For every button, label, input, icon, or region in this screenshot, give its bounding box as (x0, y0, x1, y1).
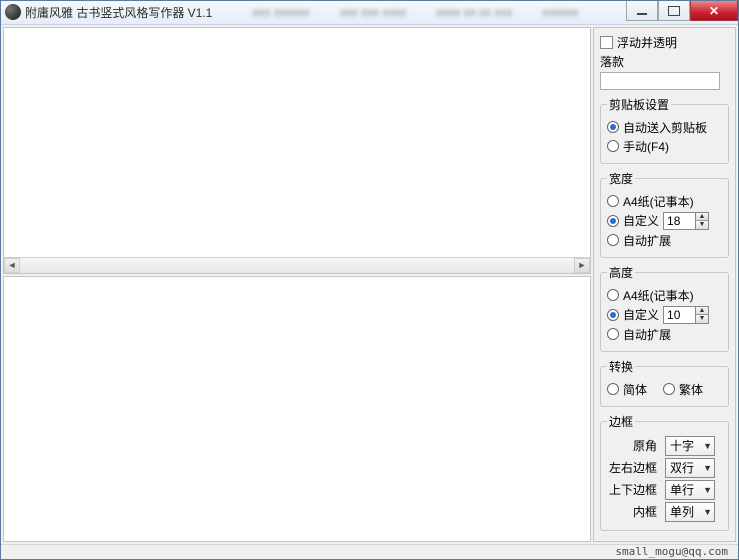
lr-border-value: 双行 (670, 459, 694, 476)
spinner-down-icon[interactable]: ▼ (696, 315, 708, 323)
height-custom-label: 自定义 (623, 306, 659, 323)
spinner-down-icon[interactable]: ▼ (696, 221, 708, 229)
inner-border-select[interactable]: 单列 ▼ (665, 502, 715, 522)
width-group: 宽度 A4纸(记事本) 自定义 ▲▼ 自动扩展 (600, 170, 729, 258)
width-auto-radio[interactable] (607, 234, 619, 246)
lr-border-select[interactable]: 双行 ▼ (665, 458, 715, 478)
spinner-up-icon[interactable]: ▲ (696, 307, 708, 316)
width-custom-radio[interactable] (607, 215, 619, 227)
float-transparent-label: 浮动并透明 (617, 34, 677, 51)
float-transparent-checkbox[interactable] (600, 36, 613, 49)
width-value-input[interactable] (663, 212, 695, 230)
clipboard-auto-label: 自动送入剪贴板 (623, 119, 707, 136)
width-auto-label: 自动扩展 (623, 232, 671, 249)
tb-border-select[interactable]: 单行 ▼ (665, 480, 715, 500)
convert-group: 转换 简体 繁体 (600, 358, 729, 407)
bottom-preview-pane[interactable] (3, 276, 591, 542)
app-window: 附庸风雅 古书竖式风格写作器 V1.1 xxx xxxxxxxxx xxx xx… (0, 0, 739, 560)
height-auto-radio[interactable] (607, 328, 619, 340)
height-a4-label: A4纸(记事本) (623, 287, 694, 304)
window-controls (626, 1, 738, 21)
height-spinner[interactable]: ▲▼ (663, 306, 709, 324)
settings-sidebar: 浮动并透明 落款 剪贴板设置 自动送入剪贴板 手动(F4) 宽 (593, 27, 736, 542)
chevron-down-icon: ▼ (703, 485, 712, 495)
width-spinner[interactable]: ▲▼ (663, 212, 709, 230)
border-legend: 边框 (607, 413, 635, 430)
scroll-left-icon[interactable]: ◄ (4, 258, 20, 273)
corner-label: 原角 (607, 437, 661, 454)
clipboard-manual-radio[interactable] (607, 140, 619, 152)
width-custom-label: 自定义 (623, 212, 659, 229)
tb-border-value: 单行 (670, 481, 694, 498)
signature-label: 落款 (600, 53, 624, 70)
footer-email: small_mogu@qq.com (615, 545, 728, 558)
scroll-track[interactable] (20, 258, 574, 273)
corner-select[interactable]: 十字 ▼ (665, 436, 715, 456)
top-horizontal-scrollbar[interactable]: ◄ ► (4, 257, 590, 273)
titlebar-blur: xxx xxxxxxxxx xxx xxxxxxxx xx xx xxxxxxx… (252, 5, 578, 19)
maximize-button[interactable] (658, 1, 690, 21)
tb-border-label: 上下边框 (607, 481, 661, 498)
convert-traditional-radio[interactable] (663, 383, 675, 395)
chevron-down-icon: ▼ (703, 507, 712, 517)
height-legend: 高度 (607, 264, 635, 281)
clipboard-auto-radio[interactable] (607, 121, 619, 133)
titlebar[interactable]: 附庸风雅 古书竖式风格写作器 V1.1 xxx xxxxxxxxx xxx xx… (1, 1, 738, 25)
window-title: 附庸风雅 古书竖式风格写作器 V1.1 (25, 4, 212, 21)
corner-value: 十字 (670, 437, 694, 454)
convert-simplified-label: 简体 (623, 381, 647, 398)
scroll-right-icon[interactable]: ► (574, 258, 590, 273)
width-legend: 宽度 (607, 170, 635, 187)
app-icon (5, 4, 21, 20)
convert-traditional-label: 繁体 (679, 381, 703, 398)
clipboard-group: 剪贴板设置 自动送入剪贴板 手动(F4) (600, 96, 729, 164)
spinner-up-icon[interactable]: ▲ (696, 213, 708, 222)
clipboard-legend: 剪贴板设置 (607, 96, 671, 113)
height-value-input[interactable] (663, 306, 695, 324)
height-custom-radio[interactable] (607, 309, 619, 321)
main-body: ◄ ► 浮动并透明 落款 剪贴板设置 自动送 (1, 25, 738, 544)
clipboard-manual-label: 手动(F4) (623, 138, 669, 155)
close-button[interactable] (690, 1, 738, 21)
height-auto-label: 自动扩展 (623, 326, 671, 343)
chevron-down-icon: ▼ (703, 463, 712, 473)
left-column: ◄ ► (3, 27, 591, 542)
top-editor-pane[interactable]: ◄ ► (3, 27, 591, 274)
height-a4-radio[interactable] (607, 289, 619, 301)
convert-simplified-radio[interactable] (607, 383, 619, 395)
chevron-down-icon: ▼ (703, 441, 712, 451)
convert-legend: 转换 (607, 358, 635, 375)
signature-input[interactable] (600, 72, 720, 90)
inner-border-label: 内框 (607, 503, 661, 520)
border-group: 边框 原角 十字 ▼ 左右边框 双行 ▼ 上下边框 (600, 413, 729, 531)
height-group: 高度 A4纸(记事本) 自定义 ▲▼ 自动扩展 (600, 264, 729, 352)
width-a4-radio[interactable] (607, 195, 619, 207)
lr-border-label: 左右边框 (607, 459, 661, 476)
inner-border-value: 单列 (670, 503, 694, 520)
status-bar: small_mogu@qq.com (1, 544, 738, 559)
minimize-button[interactable] (626, 1, 658, 21)
width-a4-label: A4纸(记事本) (623, 193, 694, 210)
